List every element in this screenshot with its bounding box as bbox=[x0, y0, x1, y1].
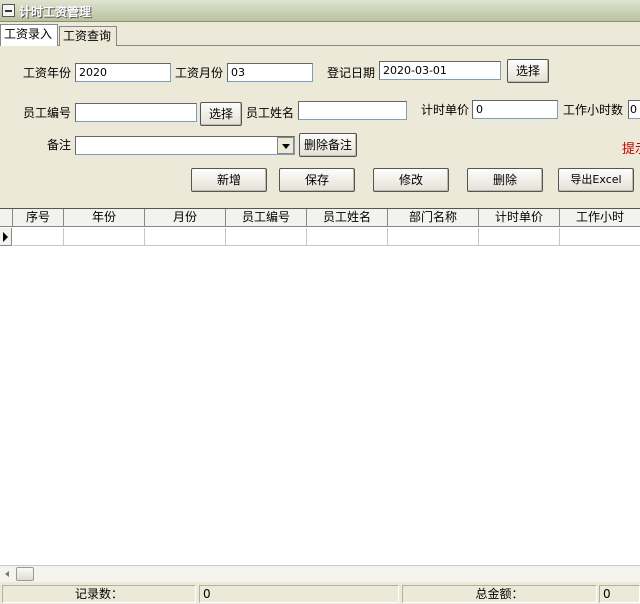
grid-corner bbox=[0, 209, 13, 227]
date-label: 登记日期 bbox=[327, 66, 376, 80]
edit-button[interactable]: 修改 bbox=[373, 168, 449, 192]
column-header-work-hours[interactable]: 工作小时 bbox=[560, 209, 640, 227]
work-hours-label: 工作小时数 bbox=[563, 103, 624, 117]
window-title: 计时工资管理 bbox=[19, 5, 92, 19]
tab-salary-query[interactable]: 工资查询 bbox=[59, 26, 117, 46]
column-header-department[interactable]: 部门名称 bbox=[388, 209, 479, 227]
scroll-left-icon[interactable] bbox=[2, 568, 14, 580]
date-input[interactable]: 2020-03-01 bbox=[379, 61, 501, 80]
save-button[interactable]: 保存 bbox=[279, 168, 355, 192]
table-cell[interactable] bbox=[560, 228, 640, 246]
chevron-down-icon[interactable] bbox=[277, 137, 294, 154]
record-count-label: 记录数： bbox=[2, 585, 196, 603]
table-cell[interactable] bbox=[479, 228, 560, 246]
table-cell[interactable] bbox=[145, 228, 226, 246]
unit-price-label: 计时单价 bbox=[421, 103, 470, 117]
table-cell[interactable] bbox=[226, 228, 307, 246]
month-input[interactable]: 03 bbox=[227, 63, 313, 82]
record-count-value: 0 bbox=[199, 585, 399, 603]
year-input[interactable]: 2020 bbox=[75, 63, 171, 82]
tab-bar: 工资录入 工资查询 bbox=[0, 24, 640, 46]
column-header-index[interactable]: 序号 bbox=[13, 209, 64, 227]
employee-no-input[interactable] bbox=[75, 103, 197, 122]
employee-select-button[interactable]: 选择 bbox=[200, 102, 242, 126]
table-cell[interactable] bbox=[13, 228, 64, 246]
horizontal-scrollbar[interactable] bbox=[0, 565, 640, 582]
total-amount-value: 0 bbox=[599, 585, 640, 603]
column-header-unit-price[interactable]: 计时单价 bbox=[479, 209, 560, 227]
add-button[interactable]: 新增 bbox=[191, 168, 267, 192]
salary-grid[interactable]: 序号 年份 月份 员工编号 员工姓名 部门名称 计时单价 工作小时 bbox=[0, 208, 640, 582]
total-amount-label: 总金额： bbox=[402, 585, 597, 603]
status-bar: 记录数： 0 总金额： 0 bbox=[0, 583, 640, 604]
employee-name-input[interactable] bbox=[298, 101, 407, 120]
column-header-employee-no[interactable]: 员工编号 bbox=[226, 209, 307, 227]
column-header-year[interactable]: 年份 bbox=[64, 209, 145, 227]
tab-salary-entry[interactable]: 工资录入 bbox=[0, 24, 58, 46]
column-header-month[interactable]: 月份 bbox=[145, 209, 226, 227]
date-select-button[interactable]: 选择 bbox=[507, 59, 549, 83]
scrollbar-thumb[interactable] bbox=[16, 567, 34, 581]
table-cell[interactable] bbox=[307, 228, 388, 246]
month-label: 工资月份 bbox=[175, 66, 224, 80]
unit-price-input[interactable]: 0 bbox=[472, 100, 558, 119]
delete-button[interactable]: 删除 bbox=[467, 168, 543, 192]
title-bar: 计时工资管理 bbox=[0, 0, 640, 22]
table-cell[interactable] bbox=[388, 228, 479, 246]
row-indicator-icon[interactable] bbox=[0, 228, 12, 246]
table-cell[interactable] bbox=[64, 228, 145, 246]
work-hours-input[interactable]: 0 bbox=[628, 100, 640, 119]
hint-text: 提示 bbox=[622, 142, 640, 157]
window-menu-icon[interactable] bbox=[2, 4, 15, 17]
remark-label: 备注 bbox=[47, 138, 72, 152]
employee-name-label: 员工姓名 bbox=[246, 106, 295, 120]
column-header-employee-name[interactable]: 员工姓名 bbox=[307, 209, 388, 227]
export-excel-button[interactable]: 导出Excel bbox=[558, 168, 634, 192]
employee-no-label: 员工编号 bbox=[23, 106, 72, 120]
year-label: 工资年份 bbox=[23, 66, 72, 80]
delete-remark-button[interactable]: 删除备注 bbox=[299, 133, 357, 157]
remark-select[interactable] bbox=[75, 136, 295, 155]
